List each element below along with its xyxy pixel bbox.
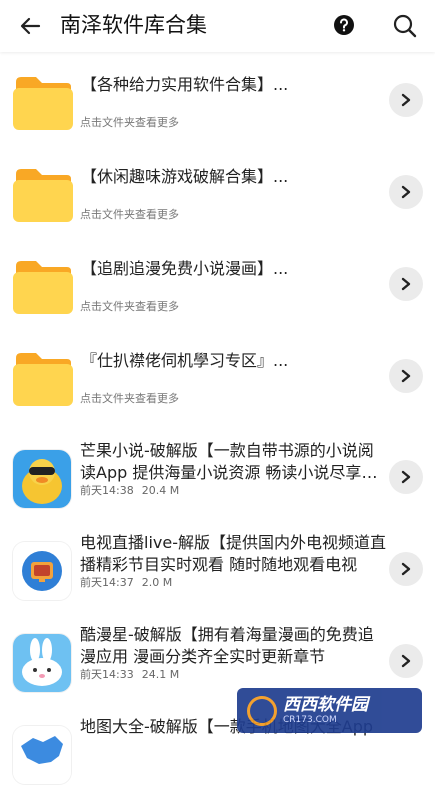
chevron-right-icon (401, 562, 411, 576)
folder-subtitle: 点击文件夹查看更多 (80, 300, 179, 313)
app-meta: 前天14:38 20.4 M (80, 484, 179, 497)
duck-icon (13, 450, 71, 508)
app-time: 前天14:37 (80, 576, 134, 589)
open-folder-button[interactable] (389, 175, 423, 209)
app-icon-kumanxing (13, 634, 71, 692)
app-icon-mango-novel (13, 450, 71, 508)
app-time: 前天14:38 (80, 484, 134, 497)
folder-subtitle: 点击文件夹查看更多 (80, 208, 179, 221)
app-meta: 前天14:33 24.1 M (80, 668, 179, 681)
app-size: 2.0 M (141, 576, 173, 589)
chevron-right-icon (401, 369, 411, 383)
app-size: 20.4 M (141, 484, 180, 497)
app-title: 酷漫星-破解版【拥有着海量漫画的免费追漫应用 漫画分类齐全实时更新章节 (80, 625, 374, 666)
watermark-main-text: 西西软件园 (283, 695, 368, 715)
help-button[interactable] (333, 14, 355, 36)
chevron-right-icon (401, 470, 411, 484)
television-icon (13, 542, 71, 600)
app-time: 前天14:33 (80, 668, 134, 681)
chevron-right-icon (401, 654, 411, 668)
chevron-right-icon (401, 93, 411, 107)
search-button[interactable] (392, 13, 418, 39)
open-app-button[interactable] (389, 460, 423, 494)
folder-subtitle: 点击文件夹查看更多 (80, 116, 179, 129)
folder-subtitle: 点击文件夹查看更多 (80, 392, 179, 405)
chevron-right-icon (401, 185, 411, 199)
folder-title: 『仕扒襟佬伺机學习专区』... (81, 351, 289, 370)
app-header: 南泽软件库合集 (0, 0, 435, 52)
map-icon (13, 726, 71, 784)
chevron-right-icon (401, 277, 411, 291)
app-meta: 前天14:37 2.0 M (80, 576, 172, 589)
folder-row[interactable]: 【追剧追漫免费小说漫画】... 点击文件夹查看更多 (0, 241, 435, 333)
open-app-button[interactable] (389, 552, 423, 586)
folder-icon (13, 353, 73, 406)
folder-icon (13, 77, 73, 130)
folder-icon (13, 169, 73, 222)
open-folder-button[interactable] (389, 267, 423, 301)
watermark-sub-text: CR173.COM (283, 715, 337, 725)
open-folder-button[interactable] (389, 359, 423, 393)
search-icon (393, 14, 417, 38)
folder-icon (13, 261, 73, 314)
watermark-logo-icon (247, 695, 277, 726)
app-size: 24.1 M (141, 668, 180, 681)
folder-title: 【休闲趣味游戏破解合集】... (81, 167, 289, 186)
folder-title: 【各种给力实用软件合集】... (81, 75, 289, 94)
rabbit-icon (13, 634, 71, 692)
arrow-left-icon (20, 17, 41, 35)
app-icon-map (13, 726, 71, 784)
folder-row[interactable]: 【各种给力实用软件合集】... 点击文件夹查看更多 (0, 57, 435, 149)
site-watermark: 西西软件园 CR173.COM (237, 688, 422, 733)
app-row[interactable]: 芒果小说-破解版【一款自带书源的小说阅读App 提供海量小说资源 畅读小说尽享全… (0, 433, 435, 525)
back-button[interactable] (14, 12, 46, 40)
app-row[interactable]: 电视直播live-解版【提供国内外电视频道直播精彩节目实时观看 随时随地观看电视… (0, 525, 435, 617)
app-title: 电视直播live-解版【提供国内外电视频道直播精彩节目实时观看 随时随地观看电视 (80, 533, 386, 574)
app-title: 芒果小说-破解版【一款自带书源的小说阅读App 提供海量小说资源 畅读小说尽享全… (80, 441, 378, 482)
open-app-button[interactable] (389, 644, 423, 678)
app-icon-tv-live (13, 542, 71, 600)
folder-title: 【追剧追漫免费小说漫画】... (81, 259, 289, 278)
question-icon (334, 15, 354, 35)
folder-row[interactable]: 『仕扒襟佬伺机學习专区』... 点击文件夹查看更多 (0, 333, 435, 425)
open-folder-button[interactable] (389, 83, 423, 117)
page-title: 南泽软件库合集 (60, 13, 207, 37)
folder-row[interactable]: 【休闲趣味游戏破解合集】... 点击文件夹查看更多 (0, 149, 435, 241)
